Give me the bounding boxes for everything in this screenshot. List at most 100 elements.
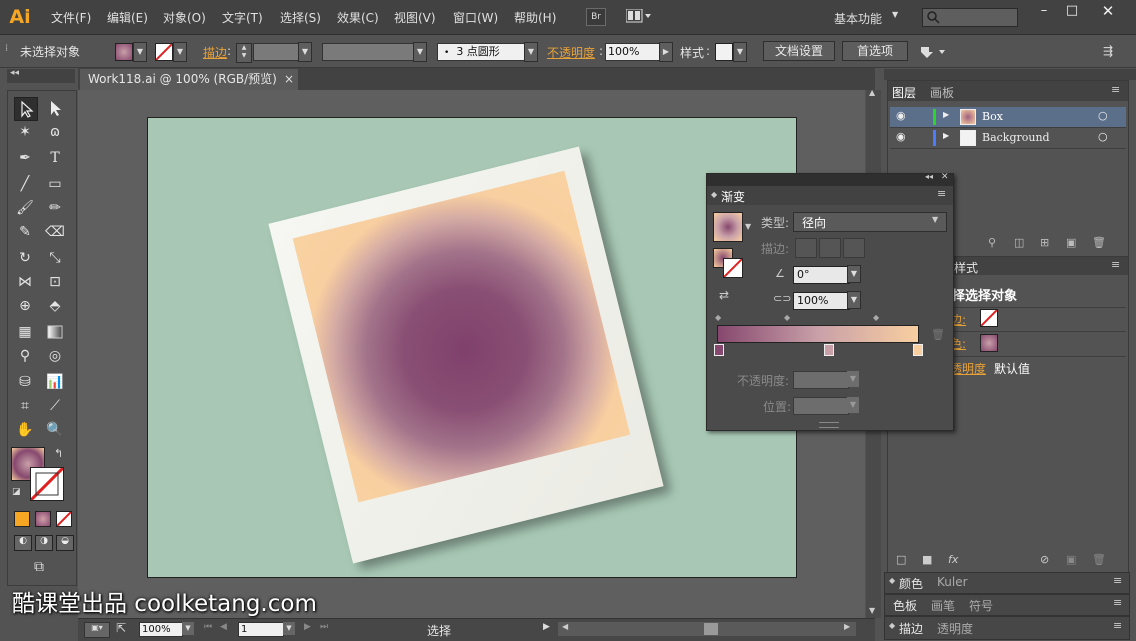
- layer-row-box[interactable]: ◉ ▶ Box ○: [890, 107, 1126, 128]
- arrange-documents-icon[interactable]: [625, 8, 652, 23]
- stroke-across-button[interactable]: [843, 238, 865, 258]
- opacity-label-link[interactable]: 不透明度: [547, 44, 595, 61]
- stop-opacity-dropdown[interactable]: ▼: [847, 371, 859, 387]
- tab-stroke[interactable]: 描边: [899, 620, 923, 637]
- close-tab-icon[interactable]: ×: [284, 69, 294, 90]
- resize-grip-icon[interactable]: [819, 422, 839, 428]
- horizontal-scrollbar[interactable]: ◀ ▶: [558, 622, 856, 636]
- artboard-tool-icon[interactable]: ⌗: [14, 395, 36, 417]
- duplicate-item-icon[interactable]: ▣: [1066, 553, 1076, 566]
- appearance-menu-icon[interactable]: ≡: [1111, 258, 1120, 271]
- menu-help[interactable]: 帮助(H): [514, 9, 556, 26]
- selection-tool-icon[interactable]: [14, 97, 38, 121]
- type-tool-icon[interactable]: T: [44, 147, 66, 169]
- target-circle-icon[interactable]: ○: [1098, 130, 1108, 143]
- default-colors-icon[interactable]: ◪: [12, 487, 21, 497]
- tab-color[interactable]: 颜色: [899, 575, 923, 592]
- fill-dropdown[interactable]: ▼: [133, 42, 147, 62]
- stop-opacity-field[interactable]: [793, 371, 849, 389]
- reverse-gradient-icon[interactable]: ⇄: [719, 288, 729, 302]
- midpoint-diamond-icon[interactable]: ◆: [715, 313, 721, 322]
- expand-arrow-icon[interactable]: ▶: [943, 110, 949, 119]
- stroke-within-button[interactable]: [795, 238, 817, 258]
- arrange-icon[interactable]: [919, 45, 947, 59]
- clear-appearance-icon[interactable]: ⊘: [1040, 553, 1049, 566]
- stroke-color-box[interactable]: [29, 466, 65, 502]
- expand-arrow-icon[interactable]: ▶: [943, 131, 949, 140]
- stop-location-field[interactable]: [793, 397, 849, 415]
- stroke-weight-stepper[interactable]: ▲ ▼: [236, 43, 252, 63]
- tab-transparency[interactable]: 透明度: [937, 620, 973, 637]
- delete-item-icon[interactable]: 🗑: [1092, 553, 1106, 566]
- stop-location-dropdown[interactable]: ▼: [847, 397, 859, 413]
- gradient-tool-icon[interactable]: [44, 321, 66, 343]
- next-artboard-icon[interactable]: ▶: [304, 622, 311, 632]
- brush-definition-field[interactable]: • 3 点圆形: [437, 43, 531, 61]
- zoom-dropdown[interactable]: ▼: [182, 622, 194, 635]
- blob-brush-tool-icon[interactable]: ✎: [14, 221, 36, 243]
- eyedropper-tool-icon[interactable]: ⚲: [14, 345, 36, 367]
- menu-object[interactable]: 对象(O): [163, 9, 206, 26]
- eraser-tool-icon[interactable]: ⌫: [44, 221, 66, 243]
- add-fill-icon[interactable]: ■: [922, 553, 932, 566]
- rotate-tool-icon[interactable]: ↻: [14, 247, 36, 269]
- gradient-type-dropdown[interactable]: 径向 ▼: [793, 212, 947, 232]
- variable-width-field[interactable]: [322, 43, 414, 61]
- angle-dropdown[interactable]: ▼: [847, 265, 861, 283]
- close-window-button[interactable]: ✕: [1094, 3, 1122, 19]
- panel-menu-icon[interactable]: ⇶: [1103, 44, 1113, 58]
- layers-menu-icon[interactable]: ≡: [1111, 83, 1120, 96]
- document-tab[interactable]: Work118.ai @ 100% (RGB/预览) ×: [80, 69, 298, 90]
- tab-symbols[interactable]: 符号: [969, 597, 993, 614]
- add-effect-icon[interactable]: fx: [948, 553, 958, 566]
- tab-graphic-styles[interactable]: 样式: [954, 259, 978, 276]
- appearance-opacity-label[interactable]: 透明度: [950, 360, 986, 377]
- midpoint-diamond-icon[interactable]: ◆: [873, 313, 879, 322]
- width-tool-icon[interactable]: ⋈: [14, 271, 36, 293]
- variable-width-dropdown[interactable]: ▼: [413, 42, 427, 62]
- style-dropdown[interactable]: ▼: [733, 42, 747, 62]
- stroke-along-button[interactable]: [819, 238, 841, 258]
- color-panel-menu-icon[interactable]: ≡: [1113, 574, 1122, 587]
- midpoint-diamond-icon[interactable]: ◆: [784, 313, 790, 322]
- swatches-panel-menu-icon[interactable]: ≡: [1113, 596, 1122, 609]
- slice-tool-icon[interactable]: ⟋: [44, 395, 66, 417]
- menu-type[interactable]: 文字(T): [222, 9, 263, 26]
- color-mode-icon[interactable]: [14, 511, 30, 527]
- color-stop-mid[interactable]: [824, 344, 834, 356]
- maximize-button[interactable]: □: [1058, 3, 1086, 19]
- export-icon[interactable]: ⇱: [116, 621, 126, 635]
- screen-mode-icon[interactable]: ⧉: [28, 559, 50, 575]
- menu-view[interactable]: 视图(V): [394, 9, 436, 26]
- polaroid-frame[interactable]: [268, 146, 664, 564]
- first-artboard-icon[interactable]: ⏮: [204, 622, 212, 632]
- aspect-ratio-field[interactable]: 100%: [793, 292, 850, 310]
- search-input[interactable]: [922, 8, 1018, 27]
- close-panel-icon[interactable]: ✕: [941, 172, 949, 182]
- magic-wand-tool-icon[interactable]: ✶: [14, 121, 36, 143]
- stroke-weight-field[interactable]: [253, 43, 299, 61]
- draw-normal-icon[interactable]: ◐: [14, 535, 32, 551]
- menu-effect[interactable]: 效果(C): [337, 9, 379, 26]
- scroll-thumb[interactable]: [704, 623, 718, 635]
- delete-layer-icon[interactable]: 🗑: [1092, 236, 1106, 249]
- collapse-icon[interactable]: ◂◂: [10, 68, 19, 78]
- direct-selection-tool-icon[interactable]: [44, 97, 66, 119]
- line-tool-icon[interactable]: ╱: [14, 173, 36, 195]
- artboard-dropdown[interactable]: ▼: [283, 622, 295, 635]
- none-mode-icon[interactable]: [56, 511, 72, 527]
- color-stop-end[interactable]: [913, 344, 923, 356]
- gradient-panel-title[interactable]: 渐变: [721, 188, 745, 205]
- stroke-panel-menu-icon[interactable]: ≡: [1113, 619, 1122, 632]
- prev-artboard-icon[interactable]: ◀: [220, 622, 227, 632]
- document-setup-button[interactable]: 文档设置: [763, 41, 835, 61]
- status-menu-icon[interactable]: ▶: [543, 622, 550, 632]
- gradient-slider-bar[interactable]: [717, 325, 919, 343]
- artboard[interactable]: [147, 117, 797, 578]
- delete-stop-icon[interactable]: 🗑: [931, 328, 945, 341]
- target-circle-icon[interactable]: ○: [1098, 109, 1108, 122]
- tab-brushes[interactable]: 画笔: [931, 597, 955, 614]
- menu-window[interactable]: 窗口(W): [453, 9, 498, 26]
- pen-tool-icon[interactable]: ✒: [14, 147, 36, 169]
- layer-row-background[interactable]: ◉ ▶ Background ○: [890, 128, 1126, 149]
